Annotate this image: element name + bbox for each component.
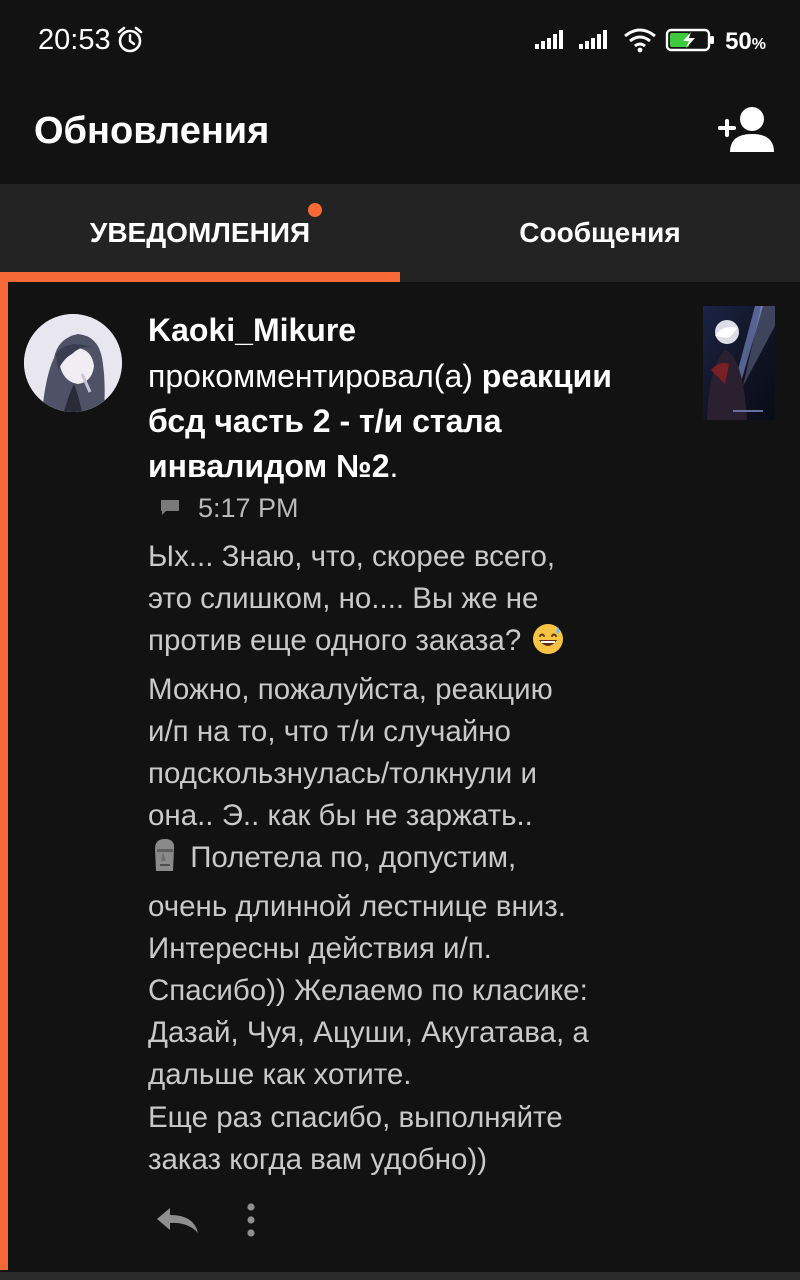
comment-line: дальше как хотите. xyxy=(148,1058,412,1092)
status-bar: 20:53 50% xyxy=(0,0,800,82)
tab-bar: УВЕДОМЛЕНИЯ Сообщения xyxy=(0,184,800,282)
comment-text: Ых... Знаю, что, скорее всего, это слишк… xyxy=(148,536,708,1181)
unread-indicator xyxy=(0,282,8,1270)
app-bar: Обновления xyxy=(0,82,800,184)
comment-line: очень длинной лестнице вниз. xyxy=(148,889,566,923)
notification-username[interactable]: Kaoki_Mikure xyxy=(148,312,356,349)
comment-line: это слишком, но.... Вы же не xyxy=(148,582,539,616)
battery-charging-icon xyxy=(665,27,717,58)
page-title: Обновления xyxy=(34,110,270,152)
notification-time: 5:17 PM xyxy=(198,492,299,523)
more-options-icon[interactable] xyxy=(246,1202,256,1238)
status-time: 20:53 xyxy=(38,24,111,56)
comment-line: Дазай, Чуя, Ацуши, Акугатава, а xyxy=(148,1016,589,1050)
tab-notifications-label: УВЕДОМЛЕНИЯ xyxy=(89,217,311,248)
alarm-icon xyxy=(116,26,144,59)
tab-messages-label: Сообщения xyxy=(519,217,681,248)
post-thumbnail[interactable] xyxy=(703,306,775,420)
grinning-sweat-emoji xyxy=(531,622,565,668)
comment-line: заказ когда вам удобно)) xyxy=(148,1142,488,1176)
comment-line: Можно, пожалуйста, реакцию xyxy=(148,672,553,706)
comment-line: Полетела по, допустим, xyxy=(148,837,708,885)
comment-line: Спасибо)) Желаемо по класике: xyxy=(148,974,588,1008)
add-user-icon[interactable] xyxy=(716,102,776,158)
notification-meta: 5:17 PM xyxy=(160,490,299,526)
battery-percent: 50% xyxy=(725,28,766,55)
active-tab-indicator xyxy=(0,272,400,282)
comment-line: подскользнулась/толкнули и xyxy=(148,757,537,791)
moai-emoji xyxy=(150,837,180,885)
avatar[interactable] xyxy=(24,314,122,412)
comment-line: Еще раз спасибо, выполняйте xyxy=(148,1100,563,1134)
comment-line: и/п на то, что т/и случайно xyxy=(148,714,511,748)
divider xyxy=(0,1272,800,1280)
reply-icon[interactable] xyxy=(154,1205,200,1235)
comment-line: Интересны действия и/п. xyxy=(148,931,492,965)
notification-actions xyxy=(154,1200,256,1240)
comment-icon xyxy=(160,493,180,524)
notification-badge xyxy=(308,203,323,217)
notification-list: Kaoki_Mikure прокомментировал(а) реакции… xyxy=(0,282,800,1272)
notification-summary: прокомментировал(а) реакции бсд часть 2 -… xyxy=(148,358,612,484)
tab-notifications[interactable]: УВЕДОМЛЕНИЯ xyxy=(0,184,400,282)
tab-messages[interactable]: Сообщения xyxy=(400,184,800,282)
signal-icon xyxy=(535,29,571,56)
comment-line: она.. Э.. как бы не заржать.. xyxy=(148,799,533,833)
comment-line: против еще одного заказа? xyxy=(148,620,708,668)
notification-action: прокомментировал(а) xyxy=(148,358,473,394)
signal-icon xyxy=(579,29,615,56)
comment-line: Ых... Знаю, что, скорее всего, xyxy=(148,540,556,573)
wifi-icon xyxy=(623,27,657,58)
